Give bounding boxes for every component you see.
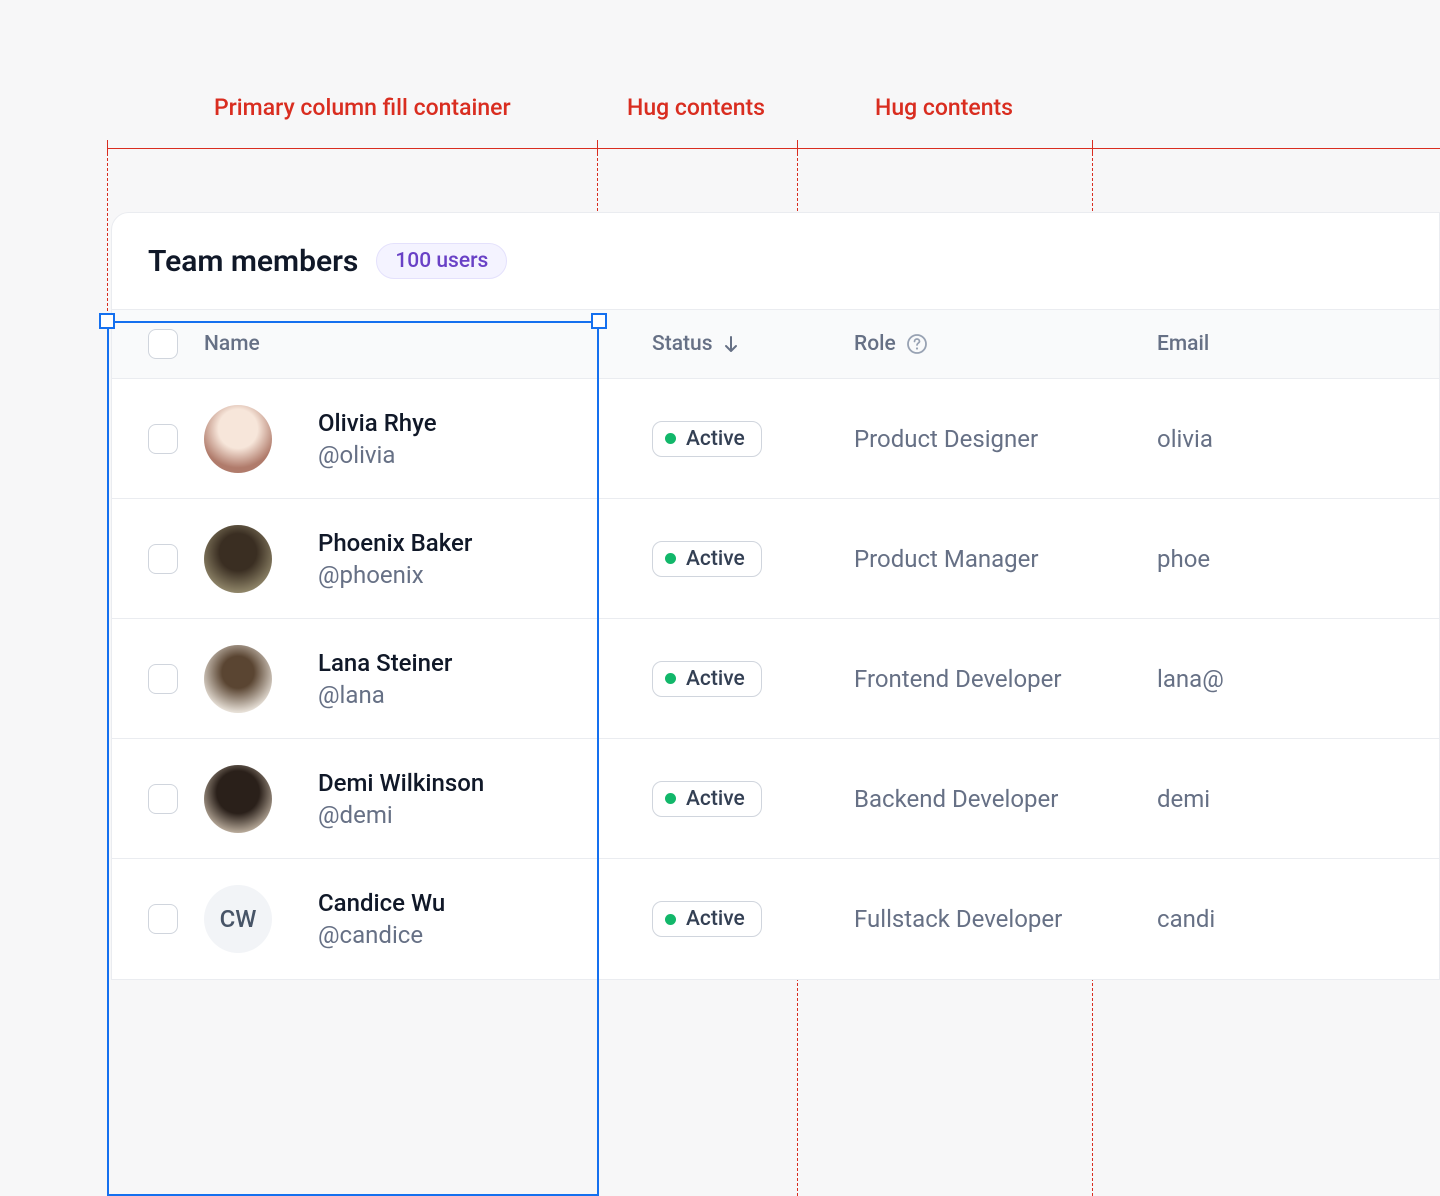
member-role: Backend Developer (854, 785, 1058, 813)
column-header-name[interactable]: Name (112, 329, 602, 359)
member-email: candi (1157, 905, 1215, 933)
user-count-badge: 100 users (376, 243, 507, 279)
table-header: Name Status Role Email (112, 309, 1439, 379)
table-row[interactable]: Demi Wilkinson @demi Active Backend Deve… (112, 739, 1439, 859)
status-dot-icon (665, 793, 676, 804)
status-badge: Active (652, 661, 762, 697)
status-text: Active (686, 907, 745, 931)
column-label: Email (1157, 332, 1209, 356)
help-icon[interactable] (906, 333, 928, 355)
member-name: Lana Steiner (318, 649, 452, 677)
card-header: Team members 100 users (112, 213, 1439, 309)
avatar-initials: CW (220, 905, 257, 933)
avatar (204, 525, 272, 593)
member-name: Candice Wu (318, 889, 445, 917)
column-label: Status (652, 332, 713, 356)
avatar: CW (204, 885, 272, 953)
status-badge: Active (652, 541, 762, 577)
arrow-down-icon (721, 334, 741, 354)
member-email: lana@ (1157, 665, 1224, 693)
card-title: Team members (148, 244, 358, 279)
member-email: olivia (1157, 425, 1213, 453)
row-checkbox[interactable] (148, 424, 178, 454)
column-label: Role (854, 332, 896, 356)
member-name: Phoenix Baker (318, 529, 472, 557)
member-role: Product Manager (854, 545, 1039, 573)
annotation-bracket (107, 140, 1440, 160)
select-all-checkbox[interactable] (148, 329, 178, 359)
selection-handle[interactable] (99, 313, 115, 329)
status-text: Active (686, 427, 745, 451)
status-text: Active (686, 667, 745, 691)
table-row[interactable]: Phoenix Baker @phoenix Active Product Ma… (112, 499, 1439, 619)
member-role: Product Designer (854, 425, 1038, 453)
row-checkbox[interactable] (148, 544, 178, 574)
member-handle: @demi (318, 801, 484, 829)
avatar (204, 645, 272, 713)
member-name: Demi Wilkinson (318, 769, 484, 797)
column-header-role[interactable]: Role (802, 332, 1097, 356)
member-handle: @lana (318, 681, 452, 709)
status-dot-icon (665, 553, 676, 564)
table-row[interactable]: CW Candice Wu @candice Active Fullstack … (112, 859, 1439, 979)
status-dot-icon (665, 673, 676, 684)
guide-line (107, 148, 108, 1196)
row-checkbox[interactable] (148, 664, 178, 694)
annotation-col3: Hug contents (875, 94, 1013, 121)
status-dot-icon (665, 433, 676, 444)
avatar (204, 765, 272, 833)
status-badge: Active (652, 901, 762, 937)
table-row[interactable]: Lana Steiner @lana Active Frontend Devel… (112, 619, 1439, 739)
member-handle: @olivia (318, 441, 437, 469)
status-dot-icon (665, 914, 676, 925)
status-badge: Active (652, 421, 762, 457)
member-role: Frontend Developer (854, 665, 1062, 693)
member-name: Olivia Rhye (318, 409, 437, 437)
member-handle: @candice (318, 921, 445, 949)
row-checkbox[interactable] (148, 904, 178, 934)
member-handle: @phoenix (318, 561, 472, 589)
column-header-status[interactable]: Status (602, 332, 802, 356)
avatar (204, 405, 272, 473)
annotation-col1: Primary column fill container (214, 94, 511, 121)
table-row[interactable]: Olivia Rhye @olivia Active Product Desig… (112, 379, 1439, 499)
member-role: Fullstack Developer (854, 905, 1062, 933)
status-badge: Active (652, 781, 762, 817)
annotation-col2: Hug contents (627, 94, 765, 121)
team-members-card: Team members 100 users Name Status Role … (111, 212, 1440, 980)
selection-handle[interactable] (591, 313, 607, 329)
annotation-labels: Primary column fill container Hug conten… (0, 94, 1440, 124)
row-checkbox[interactable] (148, 784, 178, 814)
status-text: Active (686, 547, 745, 571)
member-email: phoe (1157, 545, 1210, 573)
column-header-email[interactable]: Email (1097, 332, 1439, 356)
column-label: Name (204, 332, 260, 356)
status-text: Active (686, 787, 745, 811)
member-email: demi (1157, 785, 1210, 813)
